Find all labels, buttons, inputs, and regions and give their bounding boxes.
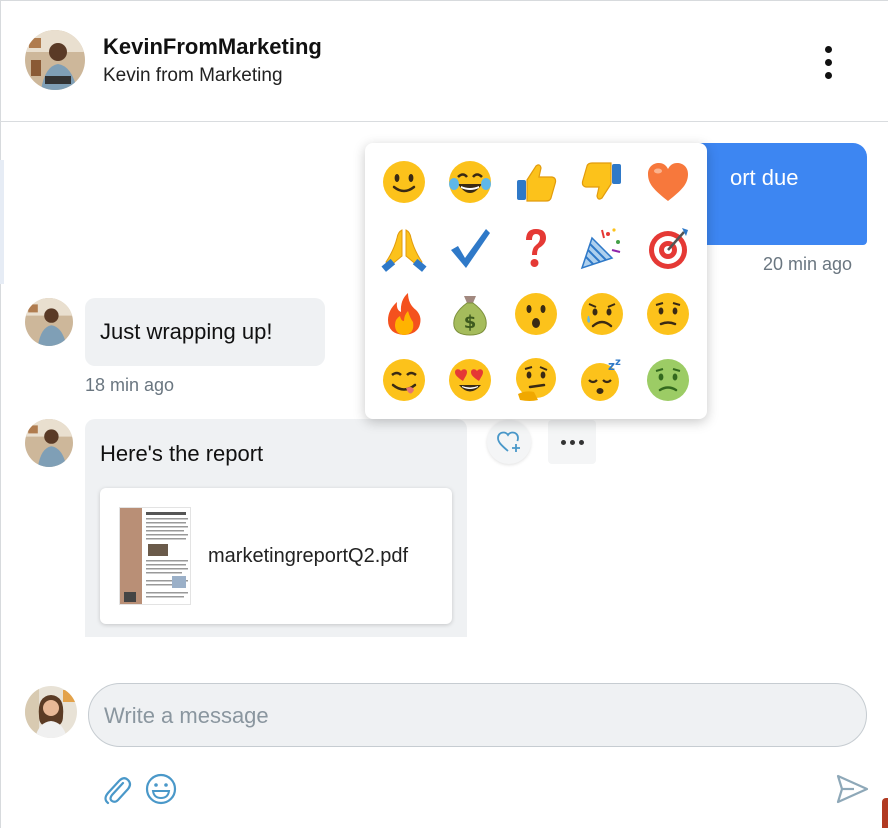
orange-heart-emoji[interactable] — [640, 154, 696, 210]
pdf-thumbnail — [119, 507, 191, 605]
kebab-menu-icon[interactable] — [815, 40, 841, 84]
incoming-message-bubble[interactable]: Just wrapping up! — [85, 298, 325, 366]
party-popper-emoji[interactable] — [574, 220, 630, 276]
face-savoring-food-emoji[interactable] — [376, 352, 432, 408]
svg-text:z: z — [615, 357, 621, 368]
hushed-face-emoji[interactable] — [508, 286, 564, 342]
svg-text:z: z — [608, 359, 615, 373]
attachment-filename: marketingreportQ2.pdf — [208, 545, 409, 567]
message-input-placeholder: Write a message — [104, 703, 269, 728]
left-strip — [0, 160, 4, 284]
smiley-icon[interactable] — [144, 772, 178, 811]
current-user-avatar[interactable] — [25, 686, 77, 738]
more-horizontal-icon[interactable] — [548, 420, 596, 464]
emoji-picker: $ zz — [365, 143, 707, 419]
worried-face-emoji[interactable] — [640, 286, 696, 342]
contact-avatar[interactable] — [25, 30, 85, 90]
folded-hands-emoji[interactable] — [376, 220, 432, 276]
outgoing-message-text: ort due — [730, 165, 799, 190]
chat-header: KevinFromMarketing Kevin from Marketing — [0, 0, 888, 122]
money-bag-emoji[interactable]: $ — [442, 286, 498, 342]
thumbs-up-emoji[interactable] — [508, 154, 564, 210]
send-icon[interactable] — [834, 772, 870, 811]
window-edge-accent — [882, 798, 888, 828]
incoming-message-bubble[interactable]: Here's the report marketingreportQ2.pdf — [85, 419, 467, 637]
check-mark-emoji[interactable] — [442, 220, 498, 276]
thumbs-down-emoji[interactable] — [574, 154, 630, 210]
smiling-face-with-heart-eyes-emoji[interactable] — [442, 352, 498, 408]
sender-avatar[interactable] — [25, 419, 73, 467]
add-reaction-button[interactable] — [487, 420, 531, 464]
direct-hit-emoji[interactable] — [640, 220, 696, 276]
face-with-tears-of-joy-emoji[interactable] — [442, 154, 498, 210]
incoming-message-text: Just wrapping up! — [100, 319, 273, 344]
heart-plus-icon — [497, 431, 520, 452]
slightly-smiling-face-emoji[interactable] — [376, 154, 432, 210]
contact-username: KevinFromMarketing — [103, 34, 322, 59]
fire-emoji[interactable] — [376, 286, 432, 342]
message-input[interactable]: Write a message — [88, 683, 867, 747]
svg-text:$: $ — [464, 312, 477, 333]
incoming-timestamp: 18 min ago — [85, 375, 175, 395]
contact-display-name: Kevin from Marketing — [103, 65, 283, 86]
sleeping-face-emoji[interactable]: zz — [574, 352, 630, 408]
red-question-mark-emoji[interactable] — [508, 220, 564, 276]
incoming-message-text: Here's the report — [100, 441, 264, 466]
file-attachment[interactable]: marketingreportQ2.pdf — [100, 488, 452, 624]
nauseated-face-emoji[interactable] — [640, 352, 696, 408]
sender-avatar[interactable] — [25, 298, 73, 346]
paperclip-icon[interactable] — [101, 772, 133, 811]
thinking-face-emoji[interactable] — [508, 352, 564, 408]
outgoing-timestamp: 20 min ago — [763, 254, 853, 274]
sad-face-emoji[interactable] — [574, 286, 630, 342]
